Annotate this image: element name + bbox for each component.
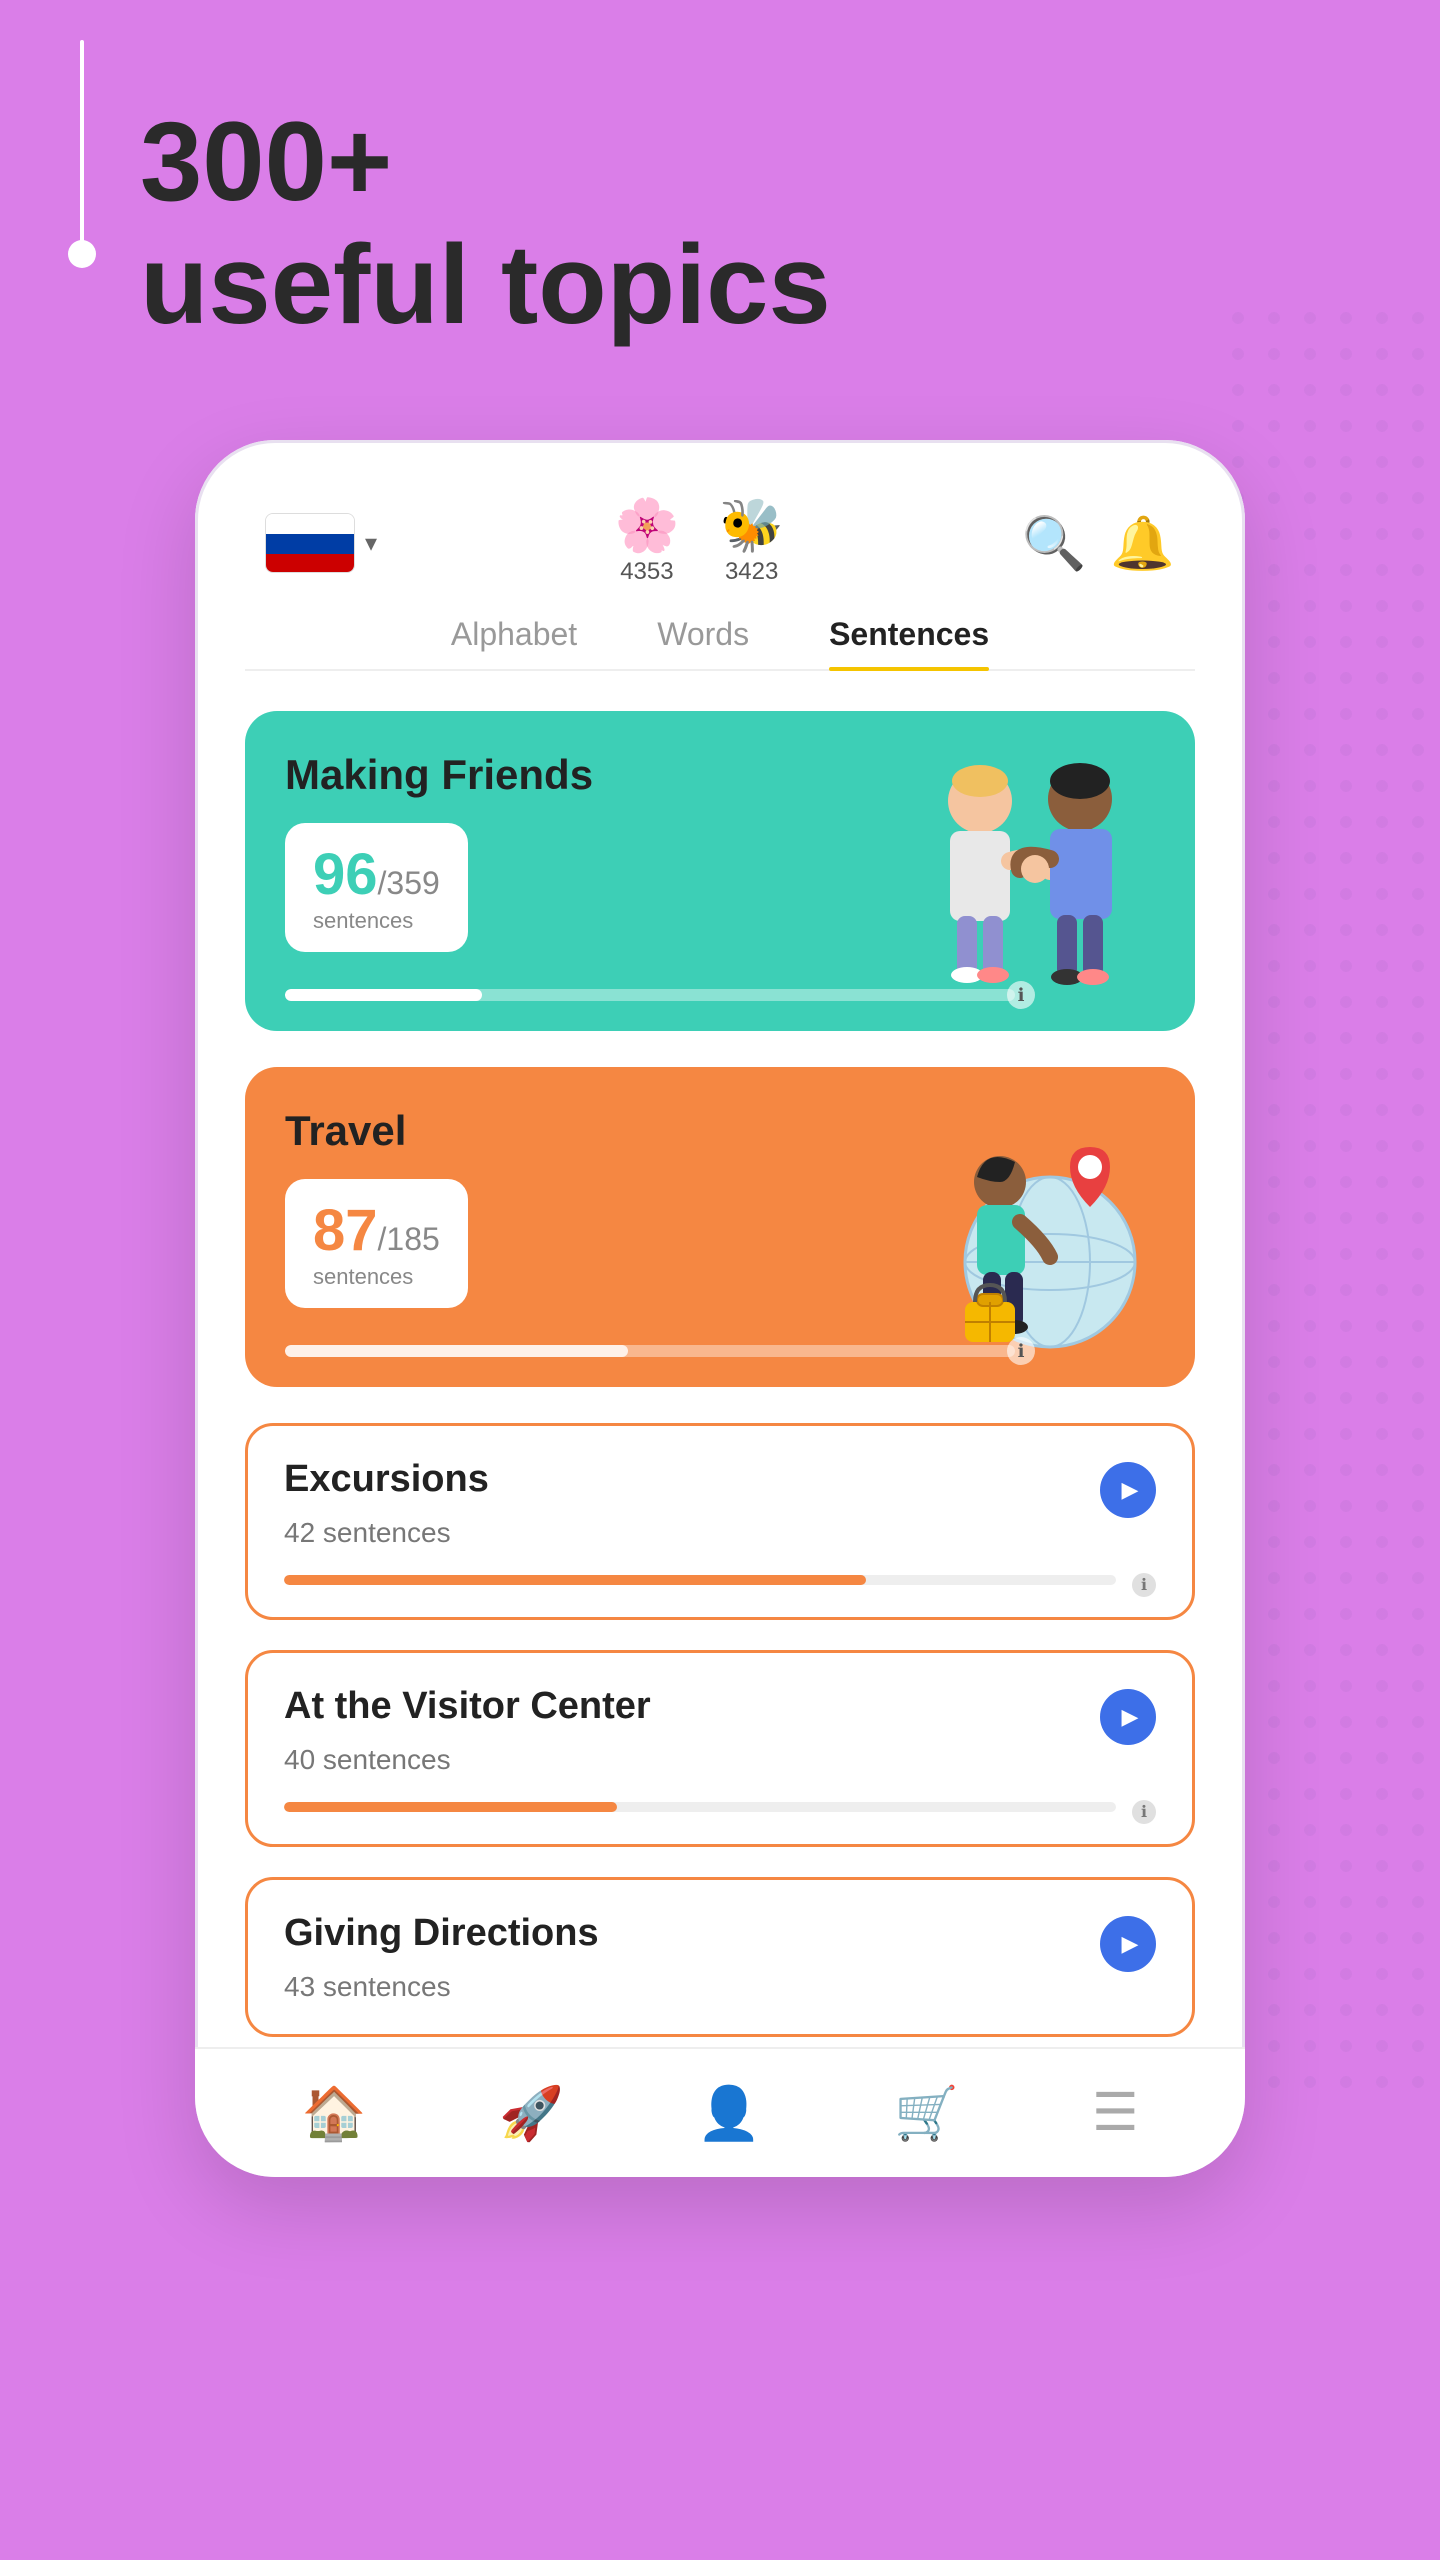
making-friends-info-button[interactable]: ℹ <box>1007 981 1035 1009</box>
flower-count-item: 🌸 4353 <box>615 500 680 586</box>
phone-frame: ▾ 🌸 4353 🐝 3423 🔍 🔔 Alphabet <box>195 440 1245 2177</box>
tab-alphabet[interactable]: Alphabet <box>451 616 577 669</box>
travel-progress-current: 87 <box>313 1198 378 1263</box>
dropdown-arrow-icon: ▾ <box>365 529 377 558</box>
bottom-navigation: 🏠 🚀 👤 🛒 ☰ <box>195 2047 1245 2177</box>
flag-red-stripe <box>266 554 354 573</box>
making-friends-stats: 96/359 sentences <box>285 823 468 952</box>
language-selector[interactable]: ▾ <box>265 513 377 573</box>
making-friends-card[interactable]: Making Friends 96/359 sentences <box>245 711 1195 1031</box>
making-friends-illustration <box>885 731 1165 1011</box>
making-friends-progress-bar-container <box>285 989 1015 1001</box>
excursions-progress-bar-fill <box>284 1575 866 1585</box>
visitor-center-title: At the Visitor Center <box>284 1685 1156 1728</box>
bee-icon: 🐝 <box>719 500 784 552</box>
bell-icon[interactable]: 🔔 <box>1110 513 1175 574</box>
visitor-center-progress-bar-fill <box>284 1802 617 1812</box>
excursions-info-button[interactable]: ℹ <box>1132 1573 1156 1597</box>
right-nav-icons: 🔍 🔔 <box>1021 513 1175 574</box>
flower-icon: 🌸 <box>615 500 680 552</box>
making-friends-progress-label: sentences <box>313 908 440 934</box>
page-title: 300+ useful topics <box>140 100 1440 346</box>
phone-mockup: ▾ 🌸 4353 🐝 3423 🔍 🔔 Alphabet <box>195 440 1245 2177</box>
bee-count: 3423 <box>725 558 778 586</box>
bottom-nav-menu[interactable]: ☰ <box>1092 2083 1139 2143</box>
russian-flag <box>265 513 355 573</box>
bottom-nav-cart[interactable]: 🛒 <box>894 2083 959 2144</box>
dot-pattern-decoration <box>1220 300 1440 2100</box>
travel-card[interactable]: Travel 87/185 sentences <box>245 1067 1195 1387</box>
travel-info-button[interactable]: ℹ <box>1007 1337 1035 1365</box>
travel-stats: 87/185 sentences <box>285 1179 468 1308</box>
bottom-nav-rocket[interactable]: 🚀 <box>499 2083 564 2144</box>
excursions-sentences: 42 sentences <box>284 1517 1156 1549</box>
flag-blue-stripe <box>266 534 354 554</box>
cart-icon: 🛒 <box>894 2083 959 2144</box>
visitor-center-progress-bar-container <box>284 1802 1116 1812</box>
flag-white-stripe <box>266 514 354 534</box>
excursions-title: Excursions <box>284 1458 1156 1501</box>
search-icon[interactable]: 🔍 <box>1021 513 1086 574</box>
travel-progress-bar-container <box>285 1345 1015 1357</box>
bee-count-item: 🐝 3423 <box>719 500 784 586</box>
excursions-play-button[interactable] <box>1100 1462 1156 1518</box>
travel-progress-label: sentences <box>313 1264 440 1290</box>
making-friends-progress-total: /359 <box>378 865 440 901</box>
header-section: 300+ useful topics <box>0 0 1440 346</box>
headline-line2: useful topics <box>140 222 831 347</box>
tab-bar: Alphabet Words Sentences <box>245 616 1195 671</box>
center-nav-icons: 🌸 4353 🐝 3423 <box>615 500 785 586</box>
giving-directions-card[interactable]: Giving Directions 43 sentences <box>245 1877 1195 2037</box>
visitor-center-card[interactable]: At the Visitor Center 40 sentences ℹ <box>245 1650 1195 1847</box>
giving-directions-sentences: 43 sentences <box>284 1971 1156 2003</box>
tab-words[interactable]: Words <box>657 616 749 669</box>
excursions-card[interactable]: Excursions 42 sentences ℹ <box>245 1423 1195 1620</box>
travel-progress-bar-fill <box>285 1345 628 1357</box>
flower-count: 4353 <box>620 558 673 586</box>
making-friends-progress-bar-fill <box>285 989 482 1001</box>
travel-progress-total: /185 <box>378 1221 440 1257</box>
headline-line1: 300+ <box>140 99 392 224</box>
excursions-progress-row: ℹ <box>284 1573 1156 1617</box>
visitor-center-sentences: 40 sentences <box>284 1744 1156 1776</box>
excursions-progress-bar-container <box>284 1575 1116 1585</box>
menu-icon: ☰ <box>1092 2083 1139 2143</box>
visitor-center-play-button[interactable] <box>1100 1689 1156 1745</box>
nav-bar: ▾ 🌸 4353 🐝 3423 🔍 🔔 <box>245 490 1195 606</box>
bottom-nav-profile[interactable]: 👤 <box>697 2083 762 2144</box>
rocket-icon: 🚀 <box>499 2083 564 2144</box>
tab-sentences[interactable]: Sentences <box>829 616 989 669</box>
giving-directions-title: Giving Directions <box>284 1912 1156 1955</box>
making-friends-progress-current: 96 <box>313 842 378 907</box>
visitor-center-info-button[interactable]: ℹ <box>1132 1800 1156 1824</box>
home-icon: 🏠 <box>301 2083 366 2144</box>
giving-directions-play-button[interactable] <box>1100 1916 1156 1972</box>
travel-illustration <box>895 1087 1175 1367</box>
person-icon: 👤 <box>697 2083 762 2144</box>
bottom-nav-home[interactable]: 🏠 <box>301 2083 366 2144</box>
visitor-center-progress-row: ℹ <box>284 1800 1156 1844</box>
